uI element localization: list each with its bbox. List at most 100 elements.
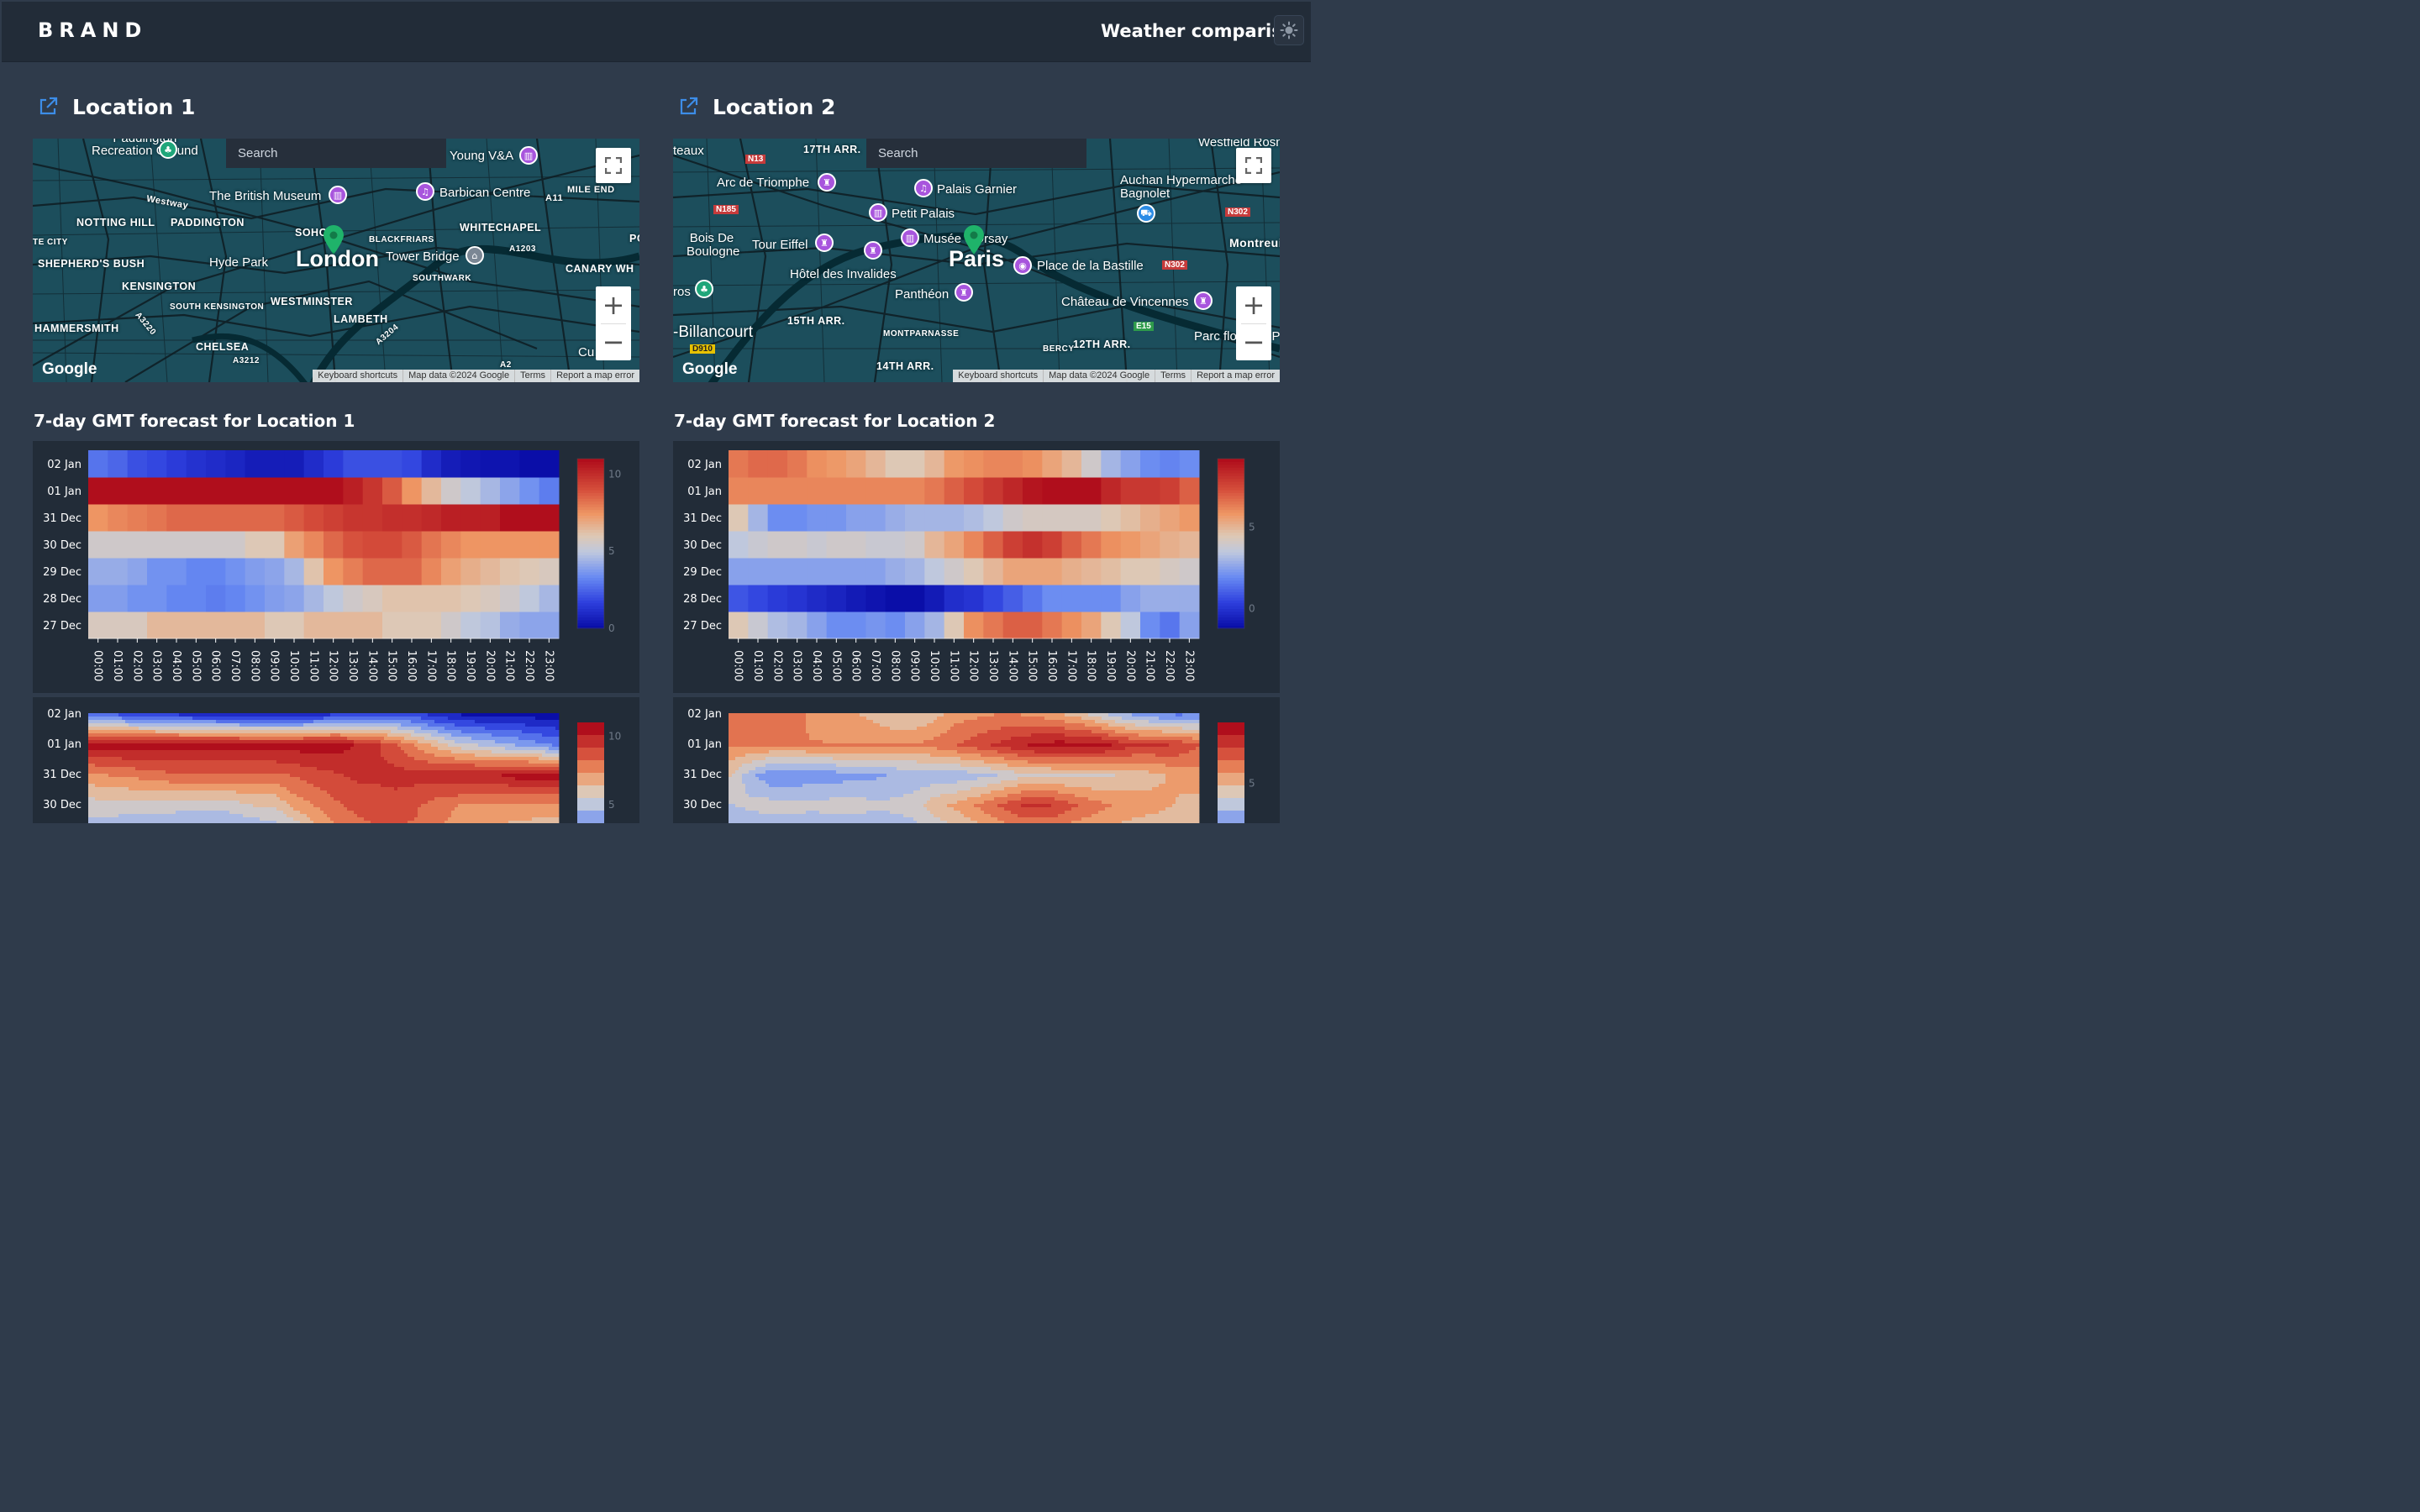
contour-band xyxy=(142,770,146,774)
contour-band xyxy=(199,747,203,751)
contour-band xyxy=(384,727,388,731)
contour-band xyxy=(216,730,220,734)
contour-band xyxy=(327,757,331,761)
map-search-input[interactable]: Search xyxy=(866,139,1086,168)
location-2-map[interactable]: Search teaux 17TH ARR. N13 Arc de Triomp… xyxy=(673,139,1280,382)
contour-band xyxy=(260,811,264,815)
map-search-input[interactable]: Search xyxy=(226,139,446,168)
museum-icon[interactable]: ▥ xyxy=(519,146,538,165)
contour-band xyxy=(360,730,365,734)
contour-band xyxy=(374,794,378,798)
contour-band xyxy=(142,727,146,731)
contour-band xyxy=(307,787,311,791)
contour-band xyxy=(535,811,539,815)
contour-band xyxy=(364,814,368,818)
contour-band xyxy=(229,713,234,717)
contour-band xyxy=(515,780,519,785)
contour-band xyxy=(145,733,150,738)
report-map-error-link[interactable]: Report a map error xyxy=(550,370,639,382)
contour-band xyxy=(152,717,156,721)
contour-band xyxy=(347,713,351,717)
heatmap-chart-1[interactable]: 27 Dec28 Dec29 Dec30 Dec31 Dec01 Jan02 J… xyxy=(33,441,639,693)
contour-band xyxy=(495,713,499,717)
contour-band xyxy=(397,740,402,744)
contour-band xyxy=(239,717,244,721)
fullscreen-button[interactable] xyxy=(596,148,631,183)
contour-band xyxy=(293,727,297,731)
district-label: SOUTH KENSINGTON xyxy=(170,302,265,312)
contour-band xyxy=(203,814,207,818)
contour-band xyxy=(478,777,482,781)
contour-chart-1[interactable]: 02 Jan01 Jan31 Dec30 Dec 510 xyxy=(33,697,639,823)
contour-band xyxy=(129,747,133,751)
bridge-icon[interactable]: ⌂ xyxy=(466,246,484,265)
contour-band xyxy=(98,801,103,805)
contour-band xyxy=(206,720,210,724)
contour-band xyxy=(115,757,119,761)
contour-band xyxy=(532,740,536,744)
contour-band xyxy=(505,784,509,788)
museum-icon[interactable]: ▥ xyxy=(329,186,347,204)
heatmap-cell xyxy=(480,450,501,478)
contour-band xyxy=(481,723,486,727)
zoom-in-button[interactable]: + xyxy=(596,286,631,323)
contour-band xyxy=(337,790,341,795)
contour-band xyxy=(451,801,455,805)
contour-band xyxy=(461,740,466,744)
contour-band xyxy=(381,747,385,751)
contour-band xyxy=(98,797,103,801)
contour-band xyxy=(149,747,153,751)
external-link-icon[interactable] xyxy=(37,96,59,118)
contour-band xyxy=(411,743,415,748)
contour-band xyxy=(172,777,176,781)
contour-band xyxy=(448,737,452,741)
heatmap-cell xyxy=(284,558,305,585)
park-icon[interactable]: ♣ xyxy=(159,140,177,159)
terms-link[interactable]: Terms xyxy=(514,370,550,382)
zoom-out-button[interactable]: − xyxy=(596,323,631,360)
contour-band xyxy=(337,760,341,764)
contour-band xyxy=(92,743,96,748)
contour-band xyxy=(226,760,230,764)
contour-band xyxy=(172,760,176,764)
contour-band xyxy=(307,743,311,748)
contour-band xyxy=(525,764,529,768)
external-link-icon[interactable] xyxy=(677,96,699,118)
contour-band xyxy=(451,817,455,822)
brand-logo[interactable]: BRAND xyxy=(38,18,147,42)
contour-band xyxy=(102,797,106,801)
contour-band xyxy=(401,811,405,815)
contour-band xyxy=(498,727,502,731)
contour-band xyxy=(102,767,106,771)
contour-band xyxy=(206,817,210,822)
contour-band xyxy=(176,720,180,724)
location-1-map[interactable]: Search PaddingtonRecreation Ground ♣ You… xyxy=(33,139,639,382)
contour-band xyxy=(485,780,489,785)
contour-band xyxy=(243,760,247,764)
theatre-icon[interactable]: ♫ xyxy=(416,182,434,201)
contour-band xyxy=(414,737,418,741)
keyboard-shortcuts-link[interactable]: Keyboard shortcuts xyxy=(313,370,402,382)
contour-band xyxy=(149,713,153,717)
contour-band xyxy=(118,770,123,774)
contour-band xyxy=(166,727,170,731)
contour-band xyxy=(354,774,358,778)
contour-band xyxy=(307,790,311,795)
theme-toggle-button[interactable] xyxy=(1274,15,1304,45)
contour-band xyxy=(186,801,190,805)
contour-band xyxy=(229,720,234,724)
contour-band xyxy=(273,821,277,823)
contour-band xyxy=(162,743,166,748)
contour-band xyxy=(115,713,119,717)
contour-band xyxy=(196,764,200,768)
contour-band xyxy=(478,787,482,791)
contour-band xyxy=(179,740,183,744)
contour-band xyxy=(159,740,163,744)
location-1-header: Location 1 xyxy=(34,93,195,120)
contour-band xyxy=(414,723,418,727)
contour-band xyxy=(95,770,99,774)
y-tick-label: 27 Dec xyxy=(43,620,82,633)
heatmap-cell xyxy=(127,504,148,532)
contour-band xyxy=(478,784,482,788)
contour-band xyxy=(236,743,240,748)
